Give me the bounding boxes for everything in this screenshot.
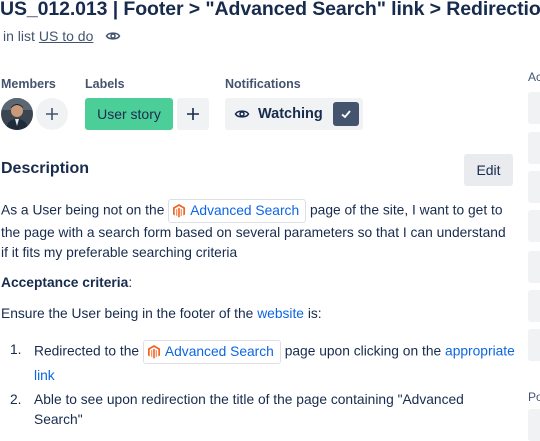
check-icon [341, 110, 351, 119]
sidebar-button[interactable] [528, 290, 540, 322]
p1-line2: the page with a search form based on sev… [1, 225, 506, 240]
ensure-after: is: [307, 306, 322, 321]
advanced-search-link-chip[interactable]: Advanced Search [168, 199, 307, 223]
watching-check [333, 102, 359, 126]
item2-line2: Search" [34, 412, 83, 427]
criteria-list: 1. Redirected to the Advanced Search pag… [10, 340, 530, 430]
appropriate-link[interactable]: appropriate [445, 344, 515, 359]
sidebar-button[interactable] [528, 210, 540, 242]
sidebar-button[interactable] [528, 329, 540, 361]
members-label: Members [1, 77, 56, 91]
p1-line3: if it fits my preferable searching crite… [1, 245, 238, 260]
list-number: 1. [10, 342, 22, 357]
avatar[interactable] [1, 98, 33, 130]
item2-line1: Able to see upon redirection the title o… [34, 392, 464, 407]
sidebar-button[interactable] [528, 409, 540, 441]
item1-after: page upon clicking on the [284, 343, 442, 359]
watching-label: Watching [258, 106, 323, 122]
magento-icon [173, 204, 186, 218]
sidebar-button[interactable] [528, 132, 540, 164]
ensure-before: Ensure the User being in the footer of t… [1, 306, 254, 321]
list-prefix: in list [3, 28, 35, 44]
description-heading: Description [1, 160, 90, 177]
plus-icon [46, 108, 58, 120]
plus-icon [187, 108, 199, 120]
add-to-card-label: Ac [528, 70, 540, 84]
list-number: 2. [10, 392, 22, 407]
chip-label: Advanced Search [190, 203, 300, 218]
chip-label: Advanced Search [164, 344, 274, 359]
watching-button[interactable]: Watching [225, 98, 363, 130]
p1-line1-after: page of the site, I want to get to [309, 202, 503, 218]
description-paragraph: As a User being not on the Advanced Sear… [1, 199, 521, 263]
acceptance-criteria-heading: Acceptance criteria [1, 275, 129, 290]
appropriate-link-cont[interactable]: link [34, 368, 55, 383]
acceptance-criteria: Acceptance criteria: [1, 273, 132, 293]
website-link[interactable]: website [257, 306, 304, 321]
sidebar-button[interactable] [528, 92, 540, 124]
list-info: in list US to do [3, 28, 121, 44]
sidebar-button[interactable] [528, 171, 540, 203]
card-title[interactable]: US_012.013 | Footer > "Advanced Search" … [0, 0, 540, 21]
labels-label: Labels [85, 77, 125, 91]
ac-colon: : [128, 275, 133, 290]
label-user-story[interactable]: User story [85, 98, 173, 130]
list-link[interactable]: US to do [39, 28, 93, 44]
advanced-search-link-chip[interactable]: Advanced Search [142, 340, 281, 364]
power-ups-label: Po [528, 390, 540, 404]
p1-before: As a User being not on the [1, 202, 165, 218]
ensure-paragraph: Ensure the User being in the footer of t… [1, 304, 322, 324]
list-item: 1. Redirected to the Advanced Search pag… [10, 340, 530, 386]
edit-description-button[interactable]: Edit [464, 154, 513, 186]
item1-before: Redirected to the [34, 343, 140, 359]
add-label-button[interactable] [177, 98, 209, 130]
sidebar-button[interactable] [528, 251, 540, 283]
list-item: 2. Able to see upon redirection the titl… [10, 390, 530, 430]
avatar-image [1, 98, 33, 130]
eye-icon [106, 32, 121, 40]
add-member-button[interactable] [36, 98, 68, 130]
notifications-label: Notifications [225, 77, 301, 91]
magento-icon [147, 345, 160, 359]
eye-icon [234, 110, 250, 118]
